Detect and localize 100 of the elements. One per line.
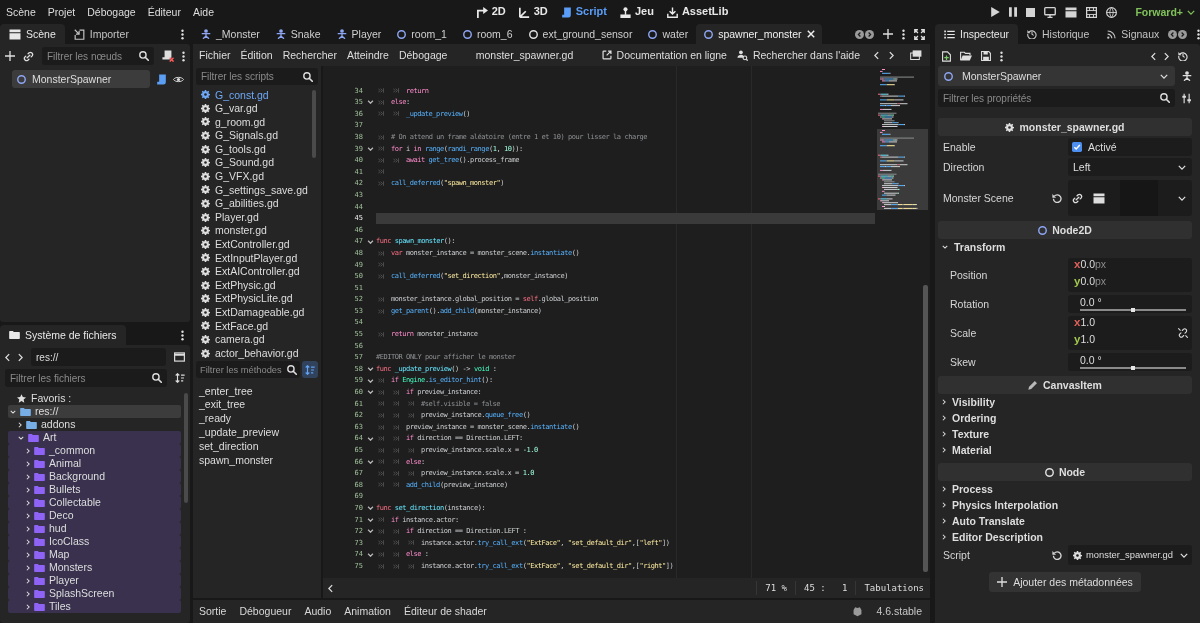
- resource-picker[interactable]: [1068, 180, 1192, 216]
- folder-item[interactable]: Collectable: [8, 496, 181, 509]
- chevron-down-icon[interactable]: [1178, 195, 1186, 201]
- script-item[interactable]: ExtPhysic.gd: [196, 278, 309, 292]
- link-icon[interactable]: [23, 50, 34, 62]
- group-toggle[interactable]: Editor Description: [938, 529, 1192, 545]
- script-item[interactable]: G_settings_save.gd: [196, 183, 309, 197]
- slider-thumb[interactable]: [1131, 366, 1135, 370]
- file-tab[interactable]: Snake: [267, 24, 329, 44]
- path-field[interactable]: res://: [31, 348, 166, 366]
- more-icon[interactable]: [181, 28, 184, 40]
- more-icon[interactable]: [902, 28, 905, 40]
- workspace-tab[interactable]: AssetLib: [666, 5, 729, 19]
- bottom-tab[interactable]: Débogueur: [239, 605, 292, 618]
- script-item[interactable]: ExtInputPlayer.gd: [196, 251, 309, 265]
- globe-icon[interactable]: [1106, 6, 1118, 18]
- file-tab[interactable]: Player: [328, 24, 390, 44]
- dock-tab[interactable]: Signaux: [1098, 24, 1169, 44]
- folder-item[interactable]: hud: [8, 522, 181, 535]
- folder-item[interactable]: IcoClass: [8, 535, 181, 548]
- dock-tab[interactable]: Système de fichiers: [0, 325, 126, 345]
- logo-icon[interactable]: [852, 606, 864, 617]
- history-icon[interactable]: [1178, 51, 1188, 61]
- filter-field[interactable]: Filtrer les nœuds: [42, 47, 154, 65]
- scrollbar[interactable]: [311, 90, 316, 158]
- sort-icon[interactable]: [175, 373, 185, 383]
- menu-item[interactable]: Débogage: [398, 48, 448, 62]
- more-icon[interactable]: [1197, 28, 1200, 40]
- script-item[interactable]: Player.gd: [196, 210, 309, 224]
- bottom-tab[interactable]: Audio: [304, 605, 332, 618]
- script-item[interactable]: G_const.gd: [196, 88, 309, 102]
- scroll-left-icon[interactable]: [1168, 29, 1178, 39]
- scroll-icon[interactable]: [156, 73, 167, 85]
- file-tab[interactable]: room_1: [389, 24, 455, 44]
- menu-item[interactable]: Rechercher: [282, 48, 337, 62]
- method-item[interactable]: _ready: [196, 411, 318, 426]
- script-item[interactable]: ExtFace.gd: [196, 319, 309, 333]
- group-toggle[interactable]: Process: [938, 481, 1192, 497]
- help-button[interactable]: Documentation en ligne: [601, 48, 727, 62]
- script-item[interactable]: ExtPhysicLite.gd: [196, 291, 309, 306]
- menu-item[interactable]: Atteindre: [346, 48, 389, 62]
- workspace-tab[interactable]: 3D: [518, 5, 548, 19]
- folder-item[interactable]: SplashScreen: [8, 587, 181, 600]
- plus-icon[interactable]: [5, 51, 15, 61]
- dock-tab[interactable]: Inspecteur: [935, 24, 1019, 44]
- folder-item[interactable]: Monsters: [8, 561, 181, 574]
- script-item[interactable]: ExtController.gd: [196, 237, 309, 252]
- script-item[interactable]: G_VFX.gd: [196, 169, 309, 184]
- link-icon[interactable]: [1072, 192, 1083, 204]
- file-tab[interactable]: ext_ground_sensor: [520, 24, 641, 44]
- more-icon[interactable]: [1000, 50, 1003, 62]
- back-icon[interactable]: [1151, 51, 1156, 61]
- menu-item[interactable]: Éditeur: [147, 5, 181, 19]
- script-picker[interactable]: monster_spawner.gd: [1068, 545, 1192, 565]
- menu-item[interactable]: Débogage: [87, 5, 136, 19]
- more-icon[interactable]: [182, 50, 185, 62]
- filter-field[interactable]: Filtrer les méthodes: [196, 361, 300, 378]
- script-item[interactable]: G_var.gd: [196, 101, 309, 116]
- file-tab[interactable]: room_6: [454, 24, 521, 44]
- sliders-icon[interactable]: [1182, 92, 1192, 104]
- method-item[interactable]: set_direction: [196, 439, 318, 453]
- dock-tab[interactable]: Importer: [64, 24, 138, 44]
- menu-item[interactable]: Projet: [47, 5, 76, 19]
- play-icon[interactable]: [991, 7, 1001, 17]
- scrollbar[interactable]: [923, 285, 928, 572]
- plus-icon[interactable]: [883, 29, 893, 39]
- method-item[interactable]: _exit_tree: [196, 397, 318, 412]
- folder-item[interactable]: Tiles: [8, 600, 181, 613]
- bottom-tab[interactable]: Animation: [344, 605, 391, 618]
- eye-icon[interactable]: [173, 75, 184, 83]
- new-resource-icon[interactable]: [942, 50, 951, 62]
- minimap-drawing[interactable]: [877, 68, 928, 210]
- section-header[interactable]: CanvasItem: [938, 376, 1192, 394]
- scroll-right-icon[interactable]: [1178, 29, 1188, 39]
- script-item[interactable]: monster.gd: [196, 223, 309, 238]
- menu-item[interactable]: Aide: [192, 5, 214, 19]
- number-field[interactable]: y1.0: [1074, 333, 1095, 350]
- dropdown[interactable]: Left: [1068, 158, 1192, 176]
- script-item[interactable]: ExtAIController.gd: [196, 264, 309, 279]
- group-toggle[interactable]: Material: [938, 442, 1192, 458]
- filter-field[interactable]: Filtrer les fichiers: [5, 369, 167, 387]
- close-icon[interactable]: [806, 30, 815, 38]
- reset-icon[interactable]: [1052, 193, 1062, 203]
- menu-item[interactable]: Fichier: [199, 48, 231, 62]
- forward-icon[interactable]: [18, 352, 23, 362]
- toggle-panel-icon[interactable]: [328, 583, 333, 593]
- checkbox[interactable]: [1072, 142, 1082, 152]
- group-toggle[interactable]: Ordering: [938, 410, 1192, 426]
- clapperboard-icon[interactable]: [1065, 6, 1078, 18]
- stop-icon[interactable]: [1026, 7, 1036, 17]
- scroll-right-icon[interactable]: [865, 29, 874, 39]
- group-toggle[interactable]: Texture: [938, 426, 1192, 442]
- script-item[interactable]: g_room.gd: [196, 115, 309, 129]
- folder-item[interactable]: Deco: [8, 509, 181, 522]
- window-icon[interactable]: [174, 352, 185, 362]
- folder-item[interactable]: Player: [8, 574, 181, 587]
- workspace-tab[interactable]: Jeu: [619, 5, 654, 19]
- folder-item[interactable]: res://: [8, 405, 181, 418]
- group-toggle[interactable]: Transform: [938, 239, 1192, 255]
- renderer-dropdown[interactable]: Forward+: [1135, 5, 1195, 19]
